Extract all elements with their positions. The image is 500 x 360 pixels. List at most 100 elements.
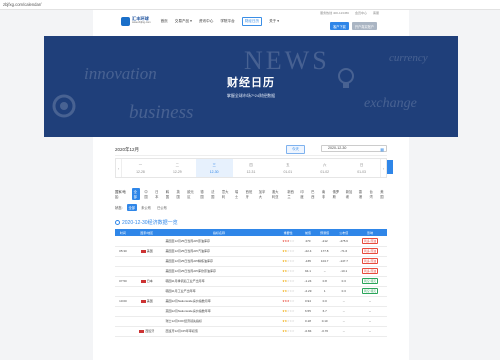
nav-item-calendar[interactable]: 财经日历 — [241, 16, 263, 26]
table-row[interactable]: 韩国11月工业产出年率 ★★★★★ -2.29 1 0.3 利空 韩元 — [115, 286, 387, 297]
side-float-tab[interactable] — [387, 160, 393, 174]
nav-label: 财经日历 — [244, 18, 260, 23]
region-chip[interactable]: 西班牙 — [244, 188, 255, 200]
region-chip[interactable]: 日本 — [153, 188, 162, 200]
table-row[interactable]: 西班牙 西班牙12月CPI年率初值 ★★★★★ -0.84 -0.70 -- -- — [115, 326, 387, 337]
day-cell[interactable]: 日 01-03 — [343, 159, 380, 177]
region-chip[interactable]: 印度 — [298, 188, 307, 200]
region-chip[interactable]: 韩国 — [164, 188, 173, 200]
day-cell[interactable]: 五 01-01 — [269, 159, 306, 177]
region-chip[interactable]: 美国 — [378, 188, 387, 200]
region-chip[interactable]: 德国 — [198, 188, 207, 200]
previous-value: 0.94 — [300, 296, 316, 307]
region-chip[interactable]: 巴西 — [309, 188, 318, 200]
region-chip[interactable]: 台湾 — [368, 188, 377, 200]
region-chip[interactable]: 中国 — [142, 188, 151, 200]
column-header: 影响 — [353, 229, 387, 236]
open-account-button[interactable]: 开户真实账户 — [351, 22, 377, 30]
banner-bg-word: business — [129, 102, 194, 123]
state-chip[interactable]: 未公布 — [139, 204, 153, 211]
impact-tag: 利空 韩元 — [362, 278, 379, 284]
download-button[interactable]: 客户下载 — [330, 22, 349, 30]
importance-cell: ★★★★★ — [275, 316, 301, 327]
impact-cell: -- — [353, 306, 387, 317]
actual-value: 0.3 — [334, 286, 354, 297]
region-chip[interactable]: 瑞士 — [233, 188, 242, 200]
table-row[interactable]: 英国12月Nationwide房价指数年率 ★★★★★ 6.55 6.7 -- -- — [115, 306, 387, 317]
actual-value: -475.6 — [334, 236, 354, 247]
country-name: 美国 — [146, 249, 153, 253]
event-name[interactable]: 西班牙12月CPI年率初值 — [162, 326, 276, 337]
table-row[interactable]: 瑞士12月KOF经济领先指标 ★★★★★ 0.18 0.10 -- -- — [115, 316, 387, 327]
star-icon: ★ — [291, 238, 295, 243]
table-row[interactable]: 07:50 日本 韩国11月季调后工业产出月率 ★★★★★ -1.24 0.8 0.3 利空 … — [115, 276, 387, 287]
nav-item-news[interactable]: 资讯中心 — [199, 19, 213, 24]
region-chip[interactable]: 新西兰 — [285, 188, 296, 200]
logo[interactable]: 汇丰环球 www.zbjfxg.com — [121, 16, 151, 26]
region-chip[interactable]: 英国 — [175, 188, 184, 200]
next-week-icon[interactable]: › — [380, 159, 386, 177]
region-chip[interactable]: 南非 — [320, 188, 329, 200]
event-name[interactable]: 瑞士12月KOF经济领先指标 — [162, 316, 276, 327]
event-name[interactable]: 美国12月Nationwide房价指数月率 — [162, 296, 276, 307]
event-name[interactable]: 美国至12月25日当周API精炼油库存 — [162, 256, 276, 267]
banner-bg-word: NEWS — [244, 46, 330, 75]
day-cell[interactable]: 六 01-02 — [306, 159, 343, 177]
table-row[interactable]: 美国至12月25日当周API库欣原油库存 ★★★★★ 94.1 -- -10.1 利多 原… — [115, 266, 387, 277]
region-chip[interactable]: 全部 — [131, 187, 141, 200]
event-name[interactable]: 韩国11月季调后工业产出月率 — [162, 276, 276, 287]
nav-item-home[interactable]: 首页 — [161, 19, 168, 24]
day-date: 12-29 — [172, 170, 182, 174]
state-chip[interactable]: 已公布 — [155, 204, 169, 211]
table-row[interactable]: 10:00 美国 美国12月Nationwide房价指数月率 ★★★★★ 0.94 0.0… — [115, 296, 387, 307]
today-button[interactable]: 今天 — [285, 145, 305, 154]
chevron-down-icon: ▾ — [277, 19, 280, 23]
region-chip[interactable]: 俄罗斯 — [331, 188, 342, 200]
event-name[interactable]: 美国至12月25日当周API原油库存 — [162, 236, 276, 247]
country-cell — [130, 306, 163, 317]
clock-icon — [115, 220, 120, 225]
country-cell — [130, 286, 163, 297]
nav-label: 学院平台 — [220, 18, 235, 23]
nav-item-academy[interactable]: 学院平台 — [220, 19, 234, 24]
actual-value: -- — [334, 306, 354, 317]
time-cell: 10:00 — [115, 296, 131, 307]
event-name[interactable]: 美国至12月25日当周API汽油库存 — [162, 246, 276, 257]
banner-subtitle: 掌握全球市场7*24财经数据 — [226, 93, 276, 98]
region-chip[interactable]: 加拿大 — [257, 188, 268, 200]
day-cell[interactable]: 一 12-28 — [122, 159, 159, 177]
day-cell[interactable]: 四 12-31 — [233, 159, 270, 177]
region-chip[interactable]: 澳大利亚 — [270, 188, 283, 200]
event-name[interactable]: 韩国11月工业产出年率 — [162, 286, 276, 297]
flag-icon — [140, 299, 146, 303]
nav-item-products[interactable]: 交易产品 ▾ — [175, 19, 192, 24]
day-cell[interactable]: 三 12-30 — [195, 159, 233, 177]
region-chip[interactable]: 香港 — [357, 188, 366, 200]
nav-label: 交易产品 — [174, 18, 190, 23]
nav-label: 关于 — [269, 18, 277, 23]
state-chip[interactable]: 全部 — [126, 204, 138, 211]
actual-value: -- — [334, 326, 354, 337]
forecast-value: 177.8 — [315, 246, 335, 257]
table-row[interactable]: 美国至12月25日当周API原油库存 ★★★★★ 270 -212 -475.6 利多 原… — [115, 236, 387, 247]
weekday-label: 五 — [286, 163, 290, 167]
region-chip[interactable]: 新加坡 — [344, 188, 355, 200]
previous-value: 270 — [300, 236, 316, 247]
star-icon: ★ — [291, 299, 295, 303]
event-name[interactable]: 英国12月Nationwide房价指数年率 — [162, 306, 276, 317]
star-icon: ★ — [291, 269, 295, 273]
address-bar[interactable]: zbjfxg.com/calendar/ — [0, 0, 500, 10]
nav-item-about[interactable]: 关于 ▾ — [269, 19, 279, 24]
region-chip[interactable]: 意大利 — [220, 188, 231, 200]
day-cell[interactable]: 二 12-29 — [159, 159, 196, 177]
date-bar: 2020年12月 今天 2020-12-30 ▦ — [115, 144, 387, 156]
event-name[interactable]: 美国至12月25日当周API库欣原油库存 — [162, 266, 276, 277]
impact-cell: 利多 原油 — [353, 256, 387, 267]
logo-icon — [121, 16, 130, 26]
region-chip[interactable]: 法国 — [209, 188, 218, 200]
date-picker[interactable]: 2020-12-30 ▦ — [321, 145, 387, 152]
table-row[interactable]: 05:30 美国 美国至12月25日当周API汽油库存 ★★★★★ -22.4 177.8… — [115, 246, 387, 257]
day-date: 01-01 — [283, 170, 293, 174]
region-chip[interactable]: 欧元区 — [185, 188, 196, 200]
table-row[interactable]: 美国至12月25日当周API精炼油库存 ★★★★★ -165 104.7 -147.7 利… — [115, 256, 387, 267]
